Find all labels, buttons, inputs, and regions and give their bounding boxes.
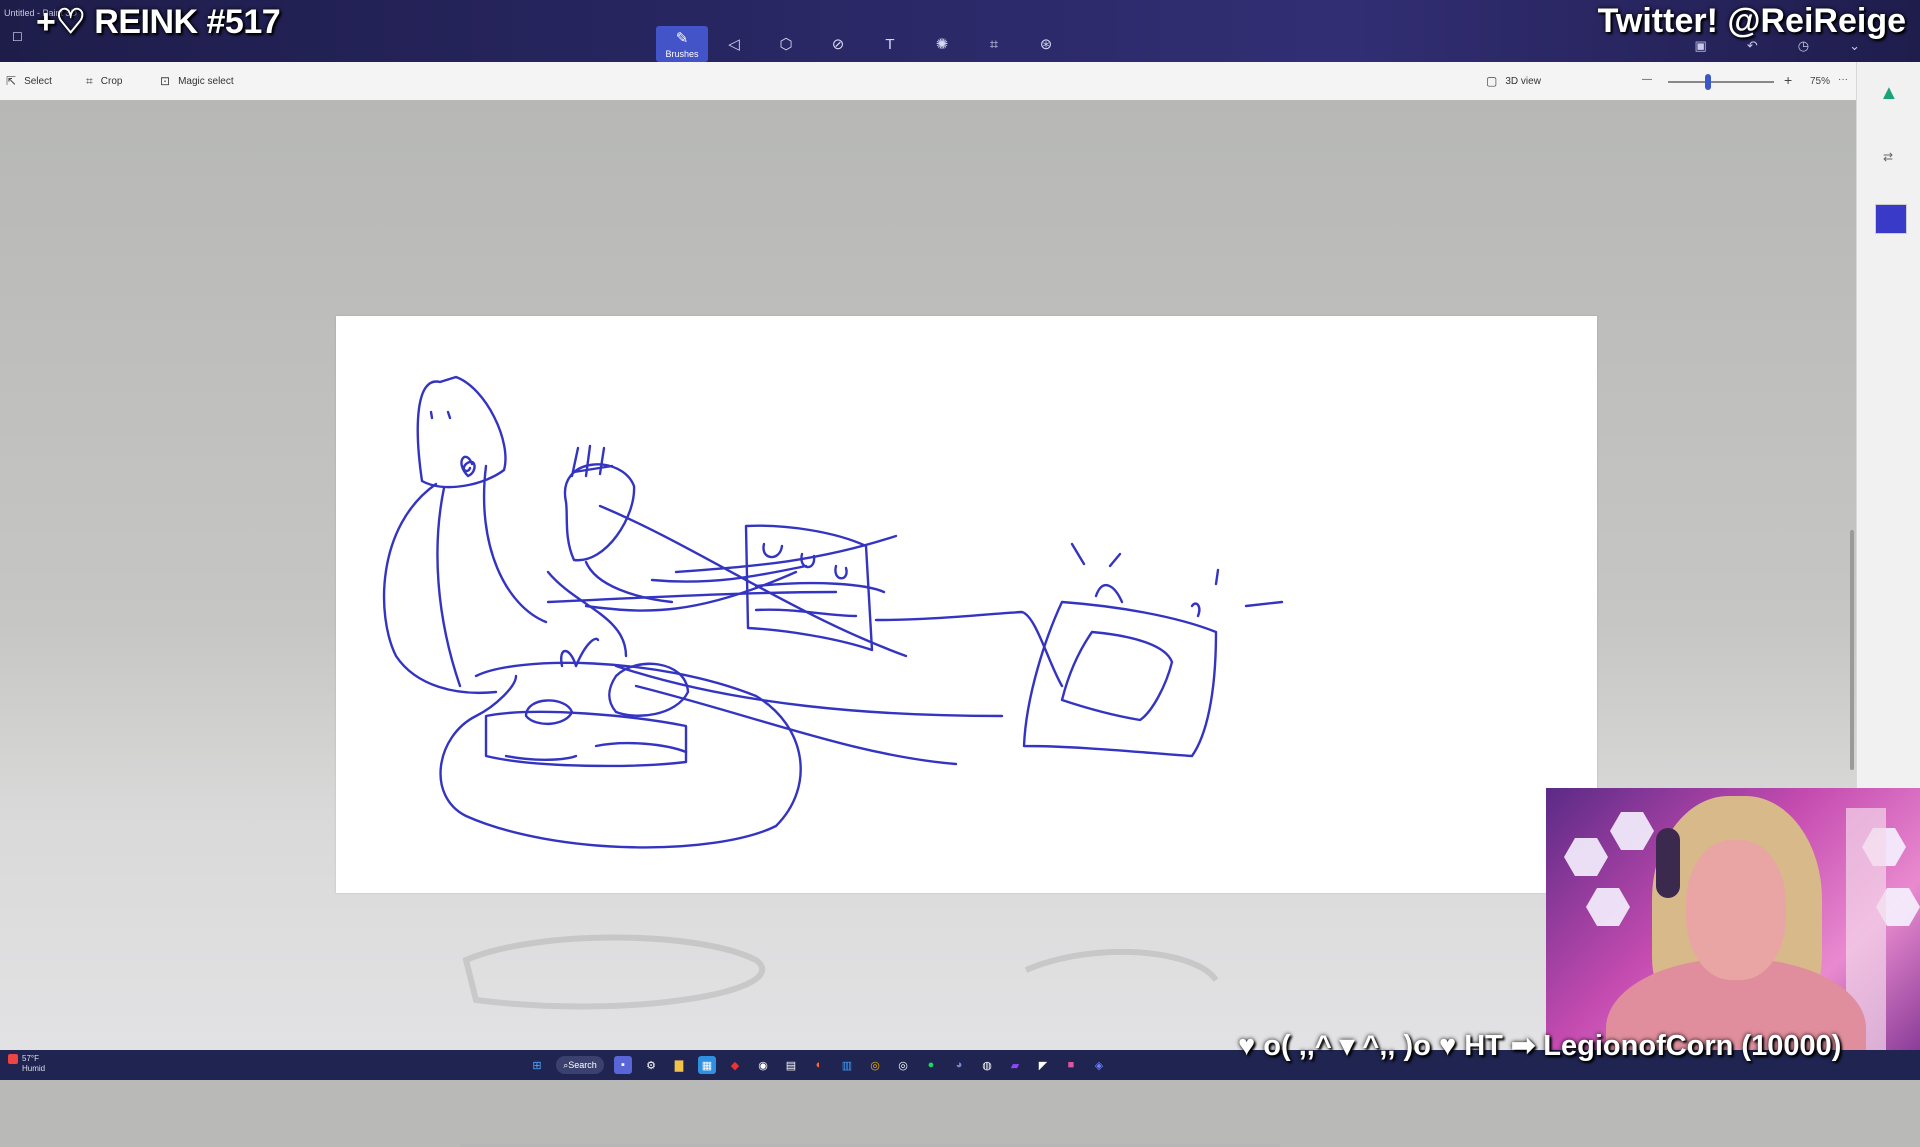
command-bar: ⇱ Select ⌗ Crop ⊡ Magic select ▢ 3D view…: [0, 62, 1856, 101]
chrome-icon[interactable]: ◎: [866, 1056, 884, 1074]
crop-icon: ⌗: [86, 74, 93, 88]
zoom-slider[interactable]: [1668, 81, 1774, 83]
vertical-scrollbar[interactable]: [1850, 530, 1854, 770]
notepad-icon[interactable]: ▥: [838, 1056, 856, 1074]
paint3d-icon[interactable]: ◐: [810, 1056, 828, 1074]
title-bar: Untitled - Paint 3D ☐ ✎ Brushes ◁ ⬡ ⊘ T …: [0, 0, 1920, 62]
2d-shapes-tool-button[interactable]: ◁: [708, 26, 760, 62]
weather-icon: [8, 1054, 18, 1064]
text-tool-button[interactable]: T: [864, 26, 916, 62]
app-red-icon[interactable]: ◆: [726, 1056, 744, 1074]
brush-icon: ✎: [675, 30, 689, 47]
spotify-icon[interactable]: ●: [922, 1056, 940, 1074]
file-explorer-icon[interactable]: ▇: [670, 1056, 688, 1074]
settings-sliders-icon[interactable]: ⇄: [1883, 150, 1893, 164]
light-panel: [1586, 888, 1630, 926]
light-panel: [1564, 838, 1608, 876]
zoom-slider-thumb[interactable]: [1705, 74, 1712, 90]
marker-brush-icon[interactable]: ▲: [1879, 82, 1899, 105]
zoom-out-icon[interactable]: —: [1642, 74, 1652, 85]
search-label: Search: [568, 1060, 597, 1070]
cursor-icon: ⇱: [6, 74, 17, 88]
brushes-tool-button[interactable]: ✎ Brushes: [656, 26, 708, 62]
sketch-drawing: [382, 375, 1284, 849]
zoom-value: 75%: [1810, 76, 1831, 87]
donation-ticker: ♥ o( ,,^ ▾ ^,, )o ♥ HT ➡ LegionofCorn (1…: [1238, 1030, 1842, 1062]
effects-icon: ✺: [935, 36, 949, 53]
toolbar-tools: ✎ Brushes ◁ ⬡ ⊘ T ✺ ⌗ ⊛: [656, 26, 1072, 62]
3d-view-label: 3D view: [1505, 75, 1541, 87]
text-icon: T: [885, 35, 895, 53]
magic-select-label: Magic select: [178, 75, 234, 87]
taskbar-icons: ⊞ ⌕ Search ▪ ⚙ ▇ ▦ ◆ ◉ ▤ ◐ ▥ ◎ ◎ ● ◕ ◍ ▰…: [528, 1056, 1108, 1074]
app-pink-icon[interactable]: ■: [1062, 1056, 1080, 1074]
stream-title-overlay: +♡ REINK #517: [36, 3, 281, 41]
canvas-tool-button[interactable]: ⌗: [968, 26, 1020, 62]
weather-temp: 57°F: [22, 1054, 39, 1064]
canvas-reflection: [462, 934, 1219, 1010]
store-icon[interactable]: ▦: [698, 1056, 716, 1074]
camera-icon[interactable]: ◉: [754, 1056, 772, 1074]
3d-shapes-tool-button[interactable]: ⬡: [760, 26, 812, 62]
weather-widget[interactable]: 57°F Humid: [8, 1054, 45, 1073]
calculator-icon[interactable]: ▤: [782, 1056, 800, 1074]
chrome-alt-icon[interactable]: ◎: [894, 1056, 912, 1074]
menu-icon[interactable]: ☐: [12, 30, 23, 44]
app-blue-icon[interactable]: ◈: [1090, 1056, 1108, 1074]
select-label: Select: [24, 75, 52, 87]
settings-icon[interactable]: ⚙: [642, 1056, 660, 1074]
twitch-icon[interactable]: ▰: [1006, 1056, 1024, 1074]
teams-icon[interactable]: ▪: [614, 1056, 632, 1074]
3d-library-icon: ⊛: [1039, 36, 1053, 53]
crop-button[interactable]: ⌗ Crop: [86, 74, 122, 89]
3d-shapes-icon: ⬡: [779, 36, 793, 53]
headset: [1656, 828, 1680, 898]
color-swatch[interactable]: [1875, 204, 1907, 234]
more-options-icon[interactable]: ···: [1838, 74, 1848, 85]
twitter-handle-overlay: Twitter! @ReiReige: [1597, 2, 1906, 40]
magic-select-icon: ⊡: [160, 74, 171, 88]
2d-shapes-icon: ◁: [728, 36, 740, 53]
drawing-canvas[interactable]: [336, 316, 1597, 893]
3d-view-toggle[interactable]: ▢ 3D view: [1486, 74, 1541, 88]
stickers-tool-button[interactable]: ⊘: [812, 26, 864, 62]
obs-icon[interactable]: ◍: [978, 1056, 996, 1074]
light-panel: [1610, 812, 1654, 850]
discord-icon[interactable]: ◕: [950, 1056, 968, 1074]
zoom-controls: ▢ 3D view — + 75% ···: [1476, 72, 1856, 92]
effects-tool-button[interactable]: ✺: [916, 26, 968, 62]
zoom-in-icon[interactable]: +: [1784, 72, 1792, 88]
magic-select-button[interactable]: ⊡ Magic select: [160, 74, 234, 88]
start-icon[interactable]: ⊞: [528, 1056, 546, 1074]
brushes-label: Brushes: [665, 49, 699, 59]
select-button[interactable]: ⇱ Select: [6, 74, 52, 88]
canvas-icon: ⌗: [989, 35, 999, 53]
crop-label: Crop: [100, 76, 123, 87]
3d-library-tool-button[interactable]: ⊛: [1020, 26, 1072, 62]
steam-icon[interactable]: ◤: [1034, 1056, 1052, 1074]
search-button[interactable]: ⌕ Search: [556, 1056, 604, 1074]
3d-view-icon: ▢: [1486, 74, 1498, 88]
streamer-face: [1686, 840, 1786, 980]
figure-head: [416, 375, 507, 489]
weather-desc: Humid: [22, 1064, 46, 1073]
stickers-icon: ⊘: [831, 36, 845, 53]
